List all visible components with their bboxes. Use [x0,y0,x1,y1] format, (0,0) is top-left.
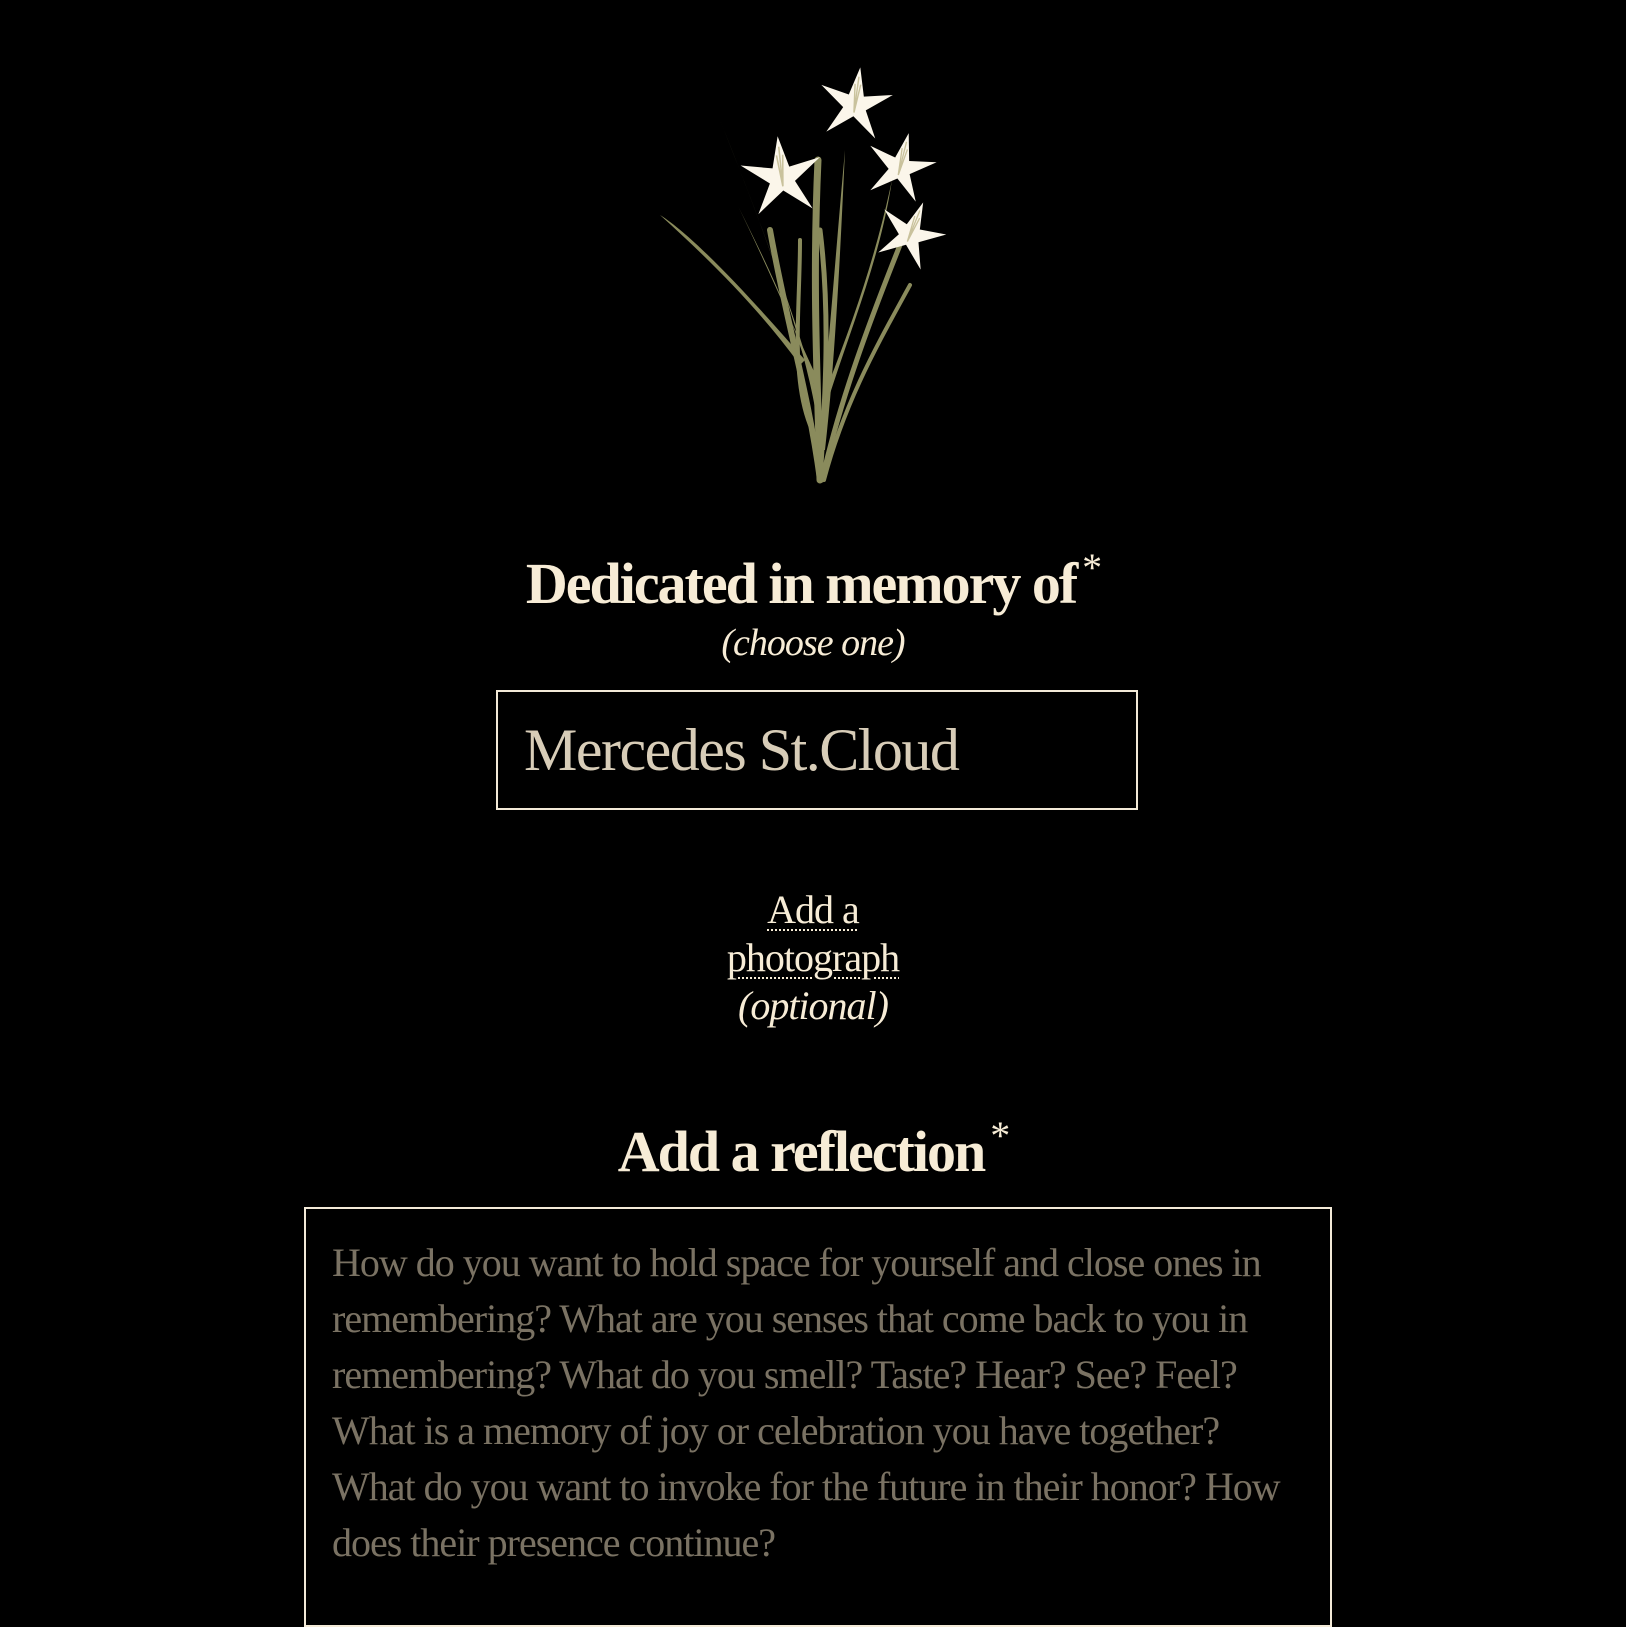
memorial-name-input[interactable] [496,690,1138,810]
reflection-textarea[interactable] [304,1207,1332,1627]
required-asterisk: * [1082,545,1102,590]
photo-block: Add a photograph (optional) [0,886,1626,1030]
add-photograph-link[interactable]: Add a photograph [713,886,913,982]
dedication-hint: (choose one) [721,622,905,664]
dedication-heading-text: Dedicated in memory of [525,551,1078,616]
required-asterisk: * [990,1113,1010,1158]
star-lily-bouquet-icon [660,61,955,484]
photo-optional-hint: (optional) [738,983,889,1028]
reflection-heading: Add a reflection * [0,1116,1626,1181]
dedication-heading: Dedicated in memory of * [0,548,1626,613]
reflection-heading-text: Add a reflection [617,1119,986,1184]
